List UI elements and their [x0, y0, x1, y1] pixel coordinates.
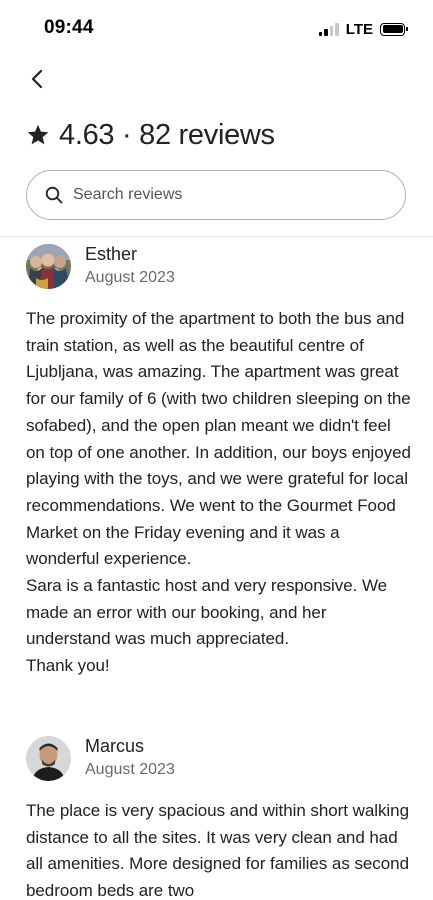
star-icon	[27, 124, 49, 145]
reviewer-info: Esther August 2023	[85, 243, 175, 289]
header-divider	[0, 236, 433, 237]
avatar[interactable]	[26, 735, 71, 781]
reviewer-info: Marcus August 2023	[85, 735, 175, 781]
reviewer-name: Marcus	[85, 736, 145, 756]
network-label: LTE	[345, 20, 373, 38]
reviews-screen: 09:44 LTE 4.63 · 82 reviews Search revie…	[0, 0, 433, 900]
review-date: August 2023	[85, 761, 175, 778]
chevron-left-icon	[31, 69, 43, 89]
search-input[interactable]	[73, 186, 373, 204]
status-bar: 09:44 LTE	[0, 0, 433, 56]
review-item: Esther August 2023 The proximity of the …	[26, 242, 411, 680]
review-text: The place is very spacious and within sh…	[26, 801, 409, 900]
search-icon	[45, 186, 63, 204]
search-box[interactable]	[26, 170, 406, 220]
review-date: August 2023	[85, 269, 175, 286]
rating-value: 4.63	[59, 118, 115, 151]
status-icons: LTE	[318, 20, 408, 38]
reviewer-name: Esther	[85, 244, 138, 264]
battery-icon	[380, 22, 408, 36]
signal-icon	[318, 22, 339, 36]
review-header: Marcus August 2023	[26, 734, 411, 782]
status-time: 09:44	[44, 17, 94, 38]
title-separator: ·	[122, 118, 132, 151]
avatar[interactable]	[26, 243, 71, 289]
review-text: The proximity of the apartment to both t…	[26, 309, 411, 676]
page-title: 4.63 · 82 reviews	[59, 119, 275, 152]
back-button[interactable]	[22, 62, 52, 96]
review-item: Marcus August 2023 The place is very spa…	[26, 734, 411, 900]
review-header: Esther August 2023	[26, 242, 411, 290]
rating-header: 4.63 · 82 reviews	[26, 115, 275, 155]
reviews-count: 82 reviews	[139, 118, 275, 151]
